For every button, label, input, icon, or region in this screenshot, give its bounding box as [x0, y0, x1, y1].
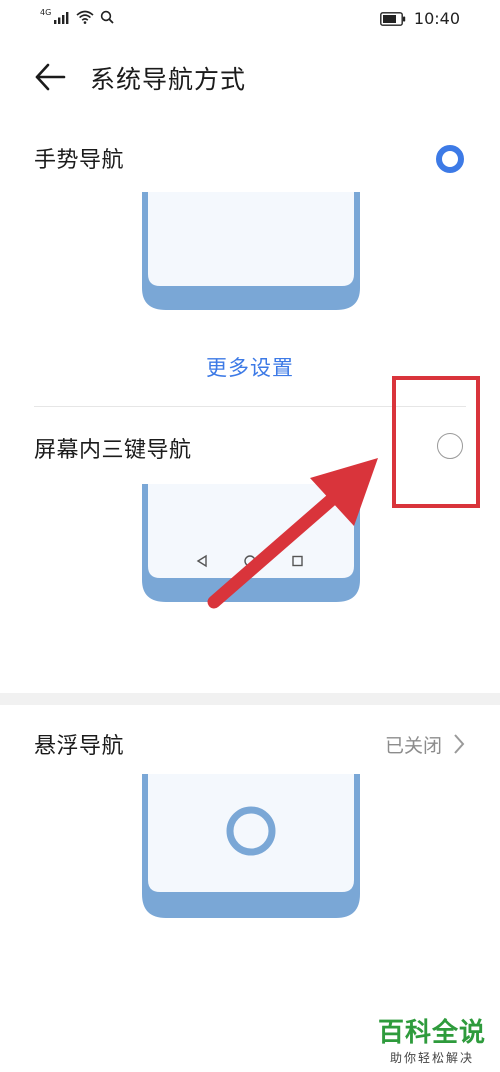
status-icons-left: 4G	[40, 7, 114, 24]
app-header: 系统导航方式	[0, 50, 500, 106]
watermark: 百科全说 助你轻松解决	[372, 1012, 492, 1066]
option-label: 屏幕内三键导航	[34, 438, 192, 463]
section-separator	[0, 693, 500, 705]
wifi-icon	[76, 10, 94, 24]
network-type: 4G	[40, 7, 52, 17]
floating-navigation-label: 悬浮导航	[34, 734, 125, 759]
gesture-navigation-illustration	[142, 192, 360, 310]
watermark-title: 百科全说	[377, 1018, 486, 1048]
status-bar: 4G 10:40	[0, 0, 500, 38]
annotation-arrow-icon	[207, 458, 378, 609]
floating-navigation-illustration	[142, 774, 360, 918]
annotation-highlight-box	[392, 376, 480, 508]
option-label: 手势导航	[34, 148, 125, 173]
back-button[interactable]	[34, 62, 68, 92]
battery-icon	[379, 11, 406, 26]
floating-navigation-row[interactable]: 悬浮导航 已关闭	[0, 716, 500, 772]
page-title: 系统导航方式	[90, 65, 247, 94]
back-arrow-icon	[35, 63, 66, 91]
option-gesture-navigation[interactable]: 手势导航	[0, 128, 500, 188]
watermark-subtitle: 助你轻松解决	[389, 1051, 474, 1065]
status-icons-right: 10:40	[379, 9, 460, 28]
signal-icon	[54, 11, 69, 24]
clock: 10:40	[413, 9, 460, 28]
search-icon	[101, 10, 114, 24]
radio-selected[interactable]	[436, 145, 464, 173]
chevron-right-icon	[454, 734, 465, 754]
floating-navigation-status: 已关闭	[384, 735, 442, 757]
